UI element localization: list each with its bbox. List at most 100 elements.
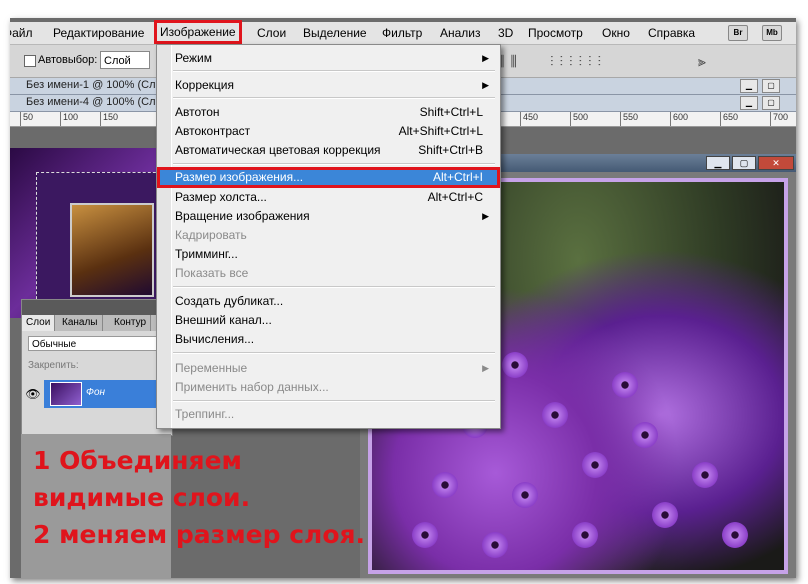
- minimize-button[interactable]: ▁: [706, 156, 730, 170]
- menu-view[interactable]: Просмотр: [525, 24, 586, 42]
- menu-item-shortcut: Shift+Ctrl+L: [419, 105, 483, 119]
- menu-help[interactable]: Справка: [645, 24, 698, 42]
- annotation-line: видимые слои.: [33, 483, 251, 512]
- menu-item-label: Автотон: [175, 105, 220, 119]
- autoselect-dropdown[interactable]: Слой: [100, 51, 150, 69]
- menu-3d[interactable]: 3D: [495, 24, 516, 42]
- ruler-label: 600: [670, 112, 688, 126]
- menu-item-label: Переменные: [175, 361, 248, 375]
- menu-item-trap[interactable]: Треппинг...: [175, 405, 491, 423]
- minibridge-button[interactable]: Mb: [762, 25, 782, 41]
- menu-separator: [173, 163, 495, 165]
- panel-header[interactable]: [22, 300, 172, 315]
- menu-item-reveal-all[interactable]: Показать все: [175, 264, 491, 282]
- menu-item-shortcut: Shift+Ctrl+B: [418, 143, 483, 157]
- menu-image[interactable]: Изображение: [154, 20, 242, 44]
- menu-item-adjustments[interactable]: Коррекция ▶: [175, 76, 491, 94]
- menu-item-label: Тримминг...: [175, 247, 238, 261]
- menu-edit[interactable]: Редактирование: [50, 24, 147, 42]
- autoselect-checkbox[interactable]: [24, 55, 36, 67]
- menu-filter[interactable]: Фильтр: [379, 24, 425, 42]
- menu-item-label: Автоматическая цветовая коррекция: [175, 143, 381, 157]
- annotation-line: 1 Объединяем: [33, 446, 242, 475]
- menu-item-auto-tone[interactable]: Автотон Shift+Ctrl+L: [175, 103, 491, 121]
- ruler-label: 100: [60, 112, 78, 126]
- flower-shape: [722, 522, 748, 548]
- layer-name: Фон: [86, 387, 106, 398]
- ruler-label: 500: [570, 112, 588, 126]
- menu-item-canvas-size[interactable]: Размер холста... Alt+Ctrl+C: [175, 188, 491, 206]
- flower-shape: [412, 522, 438, 548]
- menu-item-image-rotation[interactable]: Вращение изображения ▶: [175, 207, 491, 225]
- submenu-arrow-icon: ▶: [482, 53, 489, 63]
- menu-file[interactable]: Файл: [10, 24, 36, 42]
- menu-item-label: Применить набор данных...: [175, 380, 329, 394]
- menu-select[interactable]: Выделение: [300, 24, 370, 42]
- menu-item-apply-image[interactable]: Внешний канал...: [175, 311, 491, 329]
- tab-layers[interactable]: Слои: [22, 315, 56, 331]
- menu-item-label: Вычисления...: [175, 332, 255, 346]
- distribute-icons[interactable]: ⫶⫶⫶⫶⫶⫶: [550, 53, 607, 70]
- maximize-button[interactable]: ▢: [762, 79, 780, 93]
- menu-separator: [173, 97, 495, 99]
- tab-paths[interactable]: Контур: [110, 315, 152, 331]
- menu-item-shortcut: Alt+Ctrl+I: [432, 170, 483, 184]
- document-title: Без имени-4 @ 100% (Сл: [26, 96, 156, 108]
- menu-separator: [173, 352, 495, 354]
- menu-bar: Файл Редактирование Изображение Слои Выд…: [10, 20, 796, 45]
- submenu-arrow-icon: ▶: [482, 211, 489, 221]
- submenu-arrow-icon: ▶: [482, 363, 489, 373]
- menu-analysis[interactable]: Анализ: [437, 24, 484, 42]
- left-canvas[interactable]: [10, 148, 170, 324]
- close-button[interactable]: ✕: [758, 156, 794, 170]
- menu-item-trim[interactable]: Тримминг...: [175, 245, 491, 263]
- menu-item-calculations[interactable]: Вычисления...: [175, 330, 491, 348]
- tab-channels[interactable]: Каналы: [58, 315, 103, 331]
- menu-item-label: Треппинг...: [175, 407, 235, 421]
- annotation-text: 1 Объединяем видимые слои. 2 меняем разм…: [33, 442, 373, 553]
- document-title: Без имени-1 @ 100% (Сл: [26, 79, 156, 91]
- menu-item-duplicate[interactable]: Создать дубликат...: [175, 292, 491, 310]
- visibility-eye-icon[interactable]: 👁: [22, 380, 44, 408]
- maximize-button[interactable]: ▢: [732, 156, 756, 170]
- align-icons[interactable]: ⫼⫼: [498, 53, 523, 70]
- menu-layers[interactable]: Слои: [254, 24, 289, 42]
- ruler-label: 50: [20, 112, 33, 126]
- flower-shape: [512, 482, 538, 508]
- menu-item-shortcut: Alt+Shift+Ctrl+L: [398, 124, 483, 138]
- menu-separator: [173, 286, 495, 288]
- blend-mode-dropdown[interactable]: Обычные: [28, 336, 168, 351]
- photoshop-window: Файл Редактирование Изображение Слои Выд…: [10, 18, 796, 578]
- minimize-button[interactable]: ▁: [740, 96, 758, 110]
- flower-shape: [572, 522, 598, 548]
- menu-item-auto-contrast[interactable]: Автоконтраст Alt+Shift+Ctrl+L: [175, 122, 491, 140]
- layer-row[interactable]: 👁 Фон: [22, 380, 172, 408]
- menu-item-label: Автоконтраст: [175, 124, 251, 138]
- menu-item-label: Внешний канал...: [175, 313, 272, 327]
- menu-item-label: Создать дубликат...: [175, 294, 284, 308]
- auto-align-icon[interactable]: ⫸: [698, 53, 712, 70]
- annotation-line: 2 меняем размер слоя.: [33, 520, 366, 549]
- menu-item-crop[interactable]: Кадрировать: [175, 226, 491, 244]
- flower-shape: [542, 402, 568, 428]
- minimize-button[interactable]: ▁: [740, 79, 758, 93]
- layers-panel: Слои Каналы Контур Обычные Закрепить: 👁 …: [21, 299, 173, 436]
- bridge-button[interactable]: Br: [728, 25, 748, 41]
- menu-item-label: Режим: [175, 51, 212, 65]
- menu-item-label: Показать все: [175, 266, 249, 280]
- menu-separator: [173, 70, 495, 72]
- flower-shape: [502, 352, 528, 378]
- lock-label: Закрепить:: [28, 360, 79, 371]
- maximize-button[interactable]: ▢: [762, 96, 780, 110]
- menu-window[interactable]: Окно: [599, 24, 633, 42]
- menu-item-apply-data-set[interactable]: Применить набор данных...: [175, 378, 491, 396]
- menu-item-label: Коррекция: [175, 78, 235, 92]
- submenu-arrow-icon: ▶: [482, 80, 489, 90]
- menu-item-variables[interactable]: Переменные ▶: [175, 359, 491, 377]
- menu-item-auto-color[interactable]: Автоматическая цветовая коррекция Shift+…: [175, 141, 491, 159]
- menu-item-image-size[interactable]: Размер изображения... Alt+Ctrl+I: [175, 168, 491, 186]
- ruler-label: 450: [520, 112, 538, 126]
- flower-shape: [632, 422, 658, 448]
- menu-item-mode[interactable]: Режим ▶: [175, 49, 491, 67]
- ruler-label: 650: [720, 112, 738, 126]
